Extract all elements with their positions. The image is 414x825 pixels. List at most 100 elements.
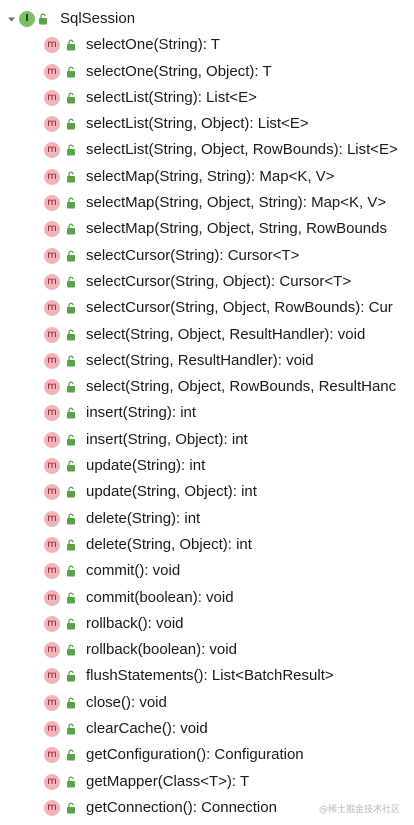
unlock-icon — [66, 670, 76, 682]
method-signature: commit(boolean): void — [86, 588, 234, 606]
method-signature: selectMap(String, Object, String): Map<K… — [86, 194, 387, 212]
unlock-icon — [66, 802, 76, 814]
unlock-icon — [66, 697, 76, 709]
unlock-icon — [66, 144, 76, 156]
tree-item-method[interactable]: m commit(): void — [0, 558, 414, 584]
method-icon: m — [44, 668, 60, 685]
method-icon: m — [44, 300, 60, 317]
tree-item-method[interactable]: m rollback(boolean): void — [0, 637, 414, 663]
tree-item-method[interactable]: m delete(String): int — [0, 506, 414, 532]
method-list: m selectOne(String): T m selectOne(String, … — [0, 32, 414, 821]
method-icon: m — [44, 247, 60, 264]
method-icon: m — [44, 536, 60, 553]
unlock-icon — [66, 223, 76, 235]
tree-item-method[interactable]: m getConfiguration(): Configuration — [0, 742, 414, 768]
method-icon: m — [44, 589, 60, 606]
method-signature: selectMap(String, String): Map<K, V> — [86, 167, 335, 185]
method-signature: commit(): void — [86, 562, 181, 580]
unlock-icon — [66, 355, 76, 367]
method-signature: getMapper(Class<T>): T — [86, 772, 250, 790]
tree-item-method[interactable]: m selectMap(String, Object, String, RowBo… — [0, 216, 414, 242]
tree-item-method[interactable]: m selectOne(String): T — [0, 32, 414, 58]
unlock-icon — [66, 197, 76, 209]
unlock-icon — [66, 723, 76, 735]
unlock-icon — [66, 776, 76, 788]
tree-item-method[interactable]: m selectMap(String, Object, String): Map<… — [0, 190, 414, 216]
method-signature: delete(String): int — [86, 509, 201, 527]
tree-item-method[interactable]: m selectMap(String, String): Map<K, V> — [0, 164, 414, 190]
method-icon: m — [44, 168, 60, 185]
method-icon: m — [44, 694, 60, 711]
method-signature: update(String, Object): int — [86, 483, 257, 501]
tree-item-method[interactable]: m update(String, Object): int — [0, 479, 414, 505]
method-signature: flushStatements(): List<BatchResult> — [86, 667, 334, 685]
method-icon: m — [44, 326, 60, 343]
method-icon: m — [44, 431, 60, 448]
tree-item-method[interactable]: m clearCache(): void — [0, 716, 414, 742]
tree-root-sqlsession[interactable]: I SqlSession — [0, 6, 414, 32]
method-signature: delete(String, Object): int — [86, 535, 252, 553]
tree-item-method[interactable]: m selectList(String, Object): List<E> — [0, 111, 414, 137]
tree-item-method[interactable]: m select(String, ResultHandler): void — [0, 348, 414, 374]
method-signature: select(String, ResultHandler): void — [86, 351, 314, 369]
tree-item-method[interactable]: m rollback(): void — [0, 611, 414, 637]
method-signature: getConnection(): Connection — [86, 798, 277, 816]
unlock-icon — [66, 118, 76, 130]
unlock-icon — [66, 276, 76, 288]
tree-item-method[interactable]: m commit(boolean): void — [0, 585, 414, 611]
interface-name: SqlSession — [60, 10, 136, 27]
chevron-down-icon[interactable] — [6, 6, 16, 32]
unlock-icon — [66, 460, 76, 472]
method-signature: selectCursor(String, Object, RowBounds):… — [86, 299, 393, 317]
tree-item-method[interactable]: m close(): void — [0, 690, 414, 716]
method-icon: m — [44, 89, 60, 106]
method-signature: selectList(String, Object): List<E> — [86, 115, 309, 133]
tree-item-method[interactable]: m selectCursor(String, Object): Cursor<T> — [0, 269, 414, 295]
method-signature: update(String): int — [86, 457, 206, 475]
method-icon: m — [44, 63, 60, 80]
tree-item-method[interactable]: m selectCursor(String, Object, RowBounds)… — [0, 295, 414, 321]
unlock-icon — [66, 434, 76, 446]
method-signature: select(String, Object, ResultHandler): v… — [86, 325, 366, 343]
method-icon: m — [44, 747, 60, 764]
method-icon: m — [44, 615, 60, 632]
tree-item-method[interactable]: m selectOne(String, Object): T — [0, 59, 414, 85]
unlock-icon — [66, 486, 76, 498]
tree-item-method[interactable]: m selectList(String, Object, RowBounds): … — [0, 137, 414, 163]
method-icon: m — [44, 352, 60, 369]
tree-item-method[interactable]: m selectCursor(String): Cursor<T> — [0, 243, 414, 269]
method-signature: select(String, Object, RowBounds, Result… — [86, 378, 397, 396]
method-signature: getConfiguration(): Configuration — [86, 746, 304, 764]
unlock-icon — [38, 13, 48, 25]
tree-item-method[interactable]: m getMapper(Class<T>): T — [0, 769, 414, 795]
method-signature: selectOne(String, Object): T — [86, 62, 272, 80]
tree-item-method[interactable]: m delete(String, Object): int — [0, 532, 414, 558]
watermark: @稀土掘金技术社区 — [319, 802, 400, 815]
method-signature: rollback(boolean): void — [86, 641, 237, 659]
tree-item-method[interactable]: m insert(String, Object): int — [0, 427, 414, 453]
unlock-icon — [66, 92, 76, 104]
method-icon: m — [44, 563, 60, 580]
method-icon: m — [44, 37, 60, 54]
unlock-icon — [66, 618, 76, 630]
method-icon: m — [44, 195, 60, 212]
tree-item-method[interactable]: m select(String, Object, RowBounds, Resul… — [0, 374, 414, 400]
unlock-icon — [66, 749, 76, 761]
method-icon: m — [44, 799, 60, 816]
tree-item-method[interactable]: m insert(String): int — [0, 400, 414, 426]
unlock-icon — [66, 644, 76, 656]
tree-item-method[interactable]: m selectList(String): List<E> — [0, 85, 414, 111]
method-icon: m — [44, 142, 60, 159]
method-icon: m — [44, 379, 60, 396]
method-signature: selectCursor(String): Cursor<T> — [86, 246, 300, 264]
method-signature: insert(String): int — [86, 404, 197, 422]
tree-item-method[interactable]: m select(String, Object, ResultHandler): … — [0, 322, 414, 348]
tree-item-method[interactable]: m update(String): int — [0, 453, 414, 479]
unlock-icon — [66, 171, 76, 183]
method-icon: m — [44, 458, 60, 475]
method-icon: m — [44, 773, 60, 790]
unlock-icon — [66, 302, 76, 314]
unlock-icon — [66, 39, 76, 51]
unlock-icon — [66, 381, 76, 393]
tree-item-method[interactable]: m flushStatements(): List<BatchResult> — [0, 663, 414, 689]
